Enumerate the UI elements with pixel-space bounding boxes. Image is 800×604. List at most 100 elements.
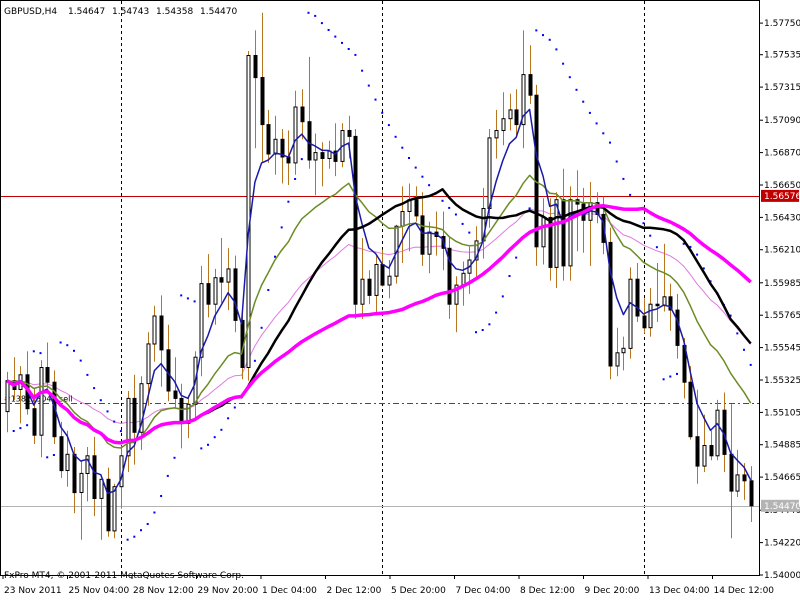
y-tick-label: 1.55325 [764, 376, 800, 386]
bull-candle-body [715, 409, 720, 457]
bear-candle-body [380, 264, 385, 286]
bull-candle-body [621, 347, 626, 354]
sar-dot [39, 352, 42, 355]
sar-dot [19, 427, 22, 430]
sar-dot [367, 84, 370, 87]
bear-candle-body [749, 480, 754, 507]
sar-dot [428, 184, 431, 187]
sar-dot [736, 332, 739, 335]
bull-candle-body [427, 231, 432, 255]
sar-dot [294, 178, 297, 180]
y-tick-label: 1.56210 [764, 246, 800, 256]
sar-dot [408, 157, 410, 159]
sar-dot [86, 373, 89, 376]
copyright-footer: FxPro MT4, © 2001-2011 MetaQuotes Softwa… [4, 571, 244, 581]
bull-candle-body [213, 277, 218, 305]
sar-dot [186, 297, 189, 300]
sar-dot [347, 48, 350, 50]
bear-candle-body [655, 303, 660, 307]
bull-candle-body [628, 278, 633, 349]
y-tick-label: 1.57315 [764, 83, 800, 93]
x-tick-label: 28 Nov 12:00 [133, 586, 194, 596]
bull-candle-body [293, 106, 298, 164]
sar-dot [146, 523, 149, 525]
x-tick-label: 7 Dec 04:00 [456, 586, 511, 596]
sar-dot [642, 222, 645, 225]
x-tick-label: 1 Dec 04:00 [262, 586, 317, 596]
bear-candle-body [367, 278, 372, 296]
bear-candle-body [635, 278, 640, 317]
sar-dot [233, 406, 236, 409]
sar-dot [387, 124, 390, 127]
bear-candle-body [260, 77, 265, 126]
sar-dot [501, 295, 504, 298]
sar-dot [535, 29, 538, 32]
bear-candle-body [32, 408, 37, 436]
bear-candle-body [347, 130, 352, 137]
sar-dot [274, 255, 276, 258]
sar-dot [320, 22, 323, 25]
sar-dot [669, 375, 672, 378]
y-tick-label: 1.57535 [764, 51, 800, 61]
bull-candle-body [126, 397, 131, 457]
sar-dot [133, 535, 136, 538]
sar-dot [73, 349, 75, 352]
x-tick-label: 14 Dec 12:00 [714, 586, 775, 596]
sar-dot [568, 76, 571, 79]
bull-candle-body [702, 445, 707, 467]
x-tick-label: 25 Nov 04:00 [69, 586, 130, 596]
bull-candle-body [65, 453, 70, 471]
sar-dot [374, 98, 377, 101]
bear-candle-body [159, 315, 164, 351]
y-tick-label: 1.54665 [764, 473, 800, 483]
sar-dot [495, 311, 498, 314]
bull-candle-body [508, 109, 513, 120]
bull-candle-body [541, 216, 546, 248]
sar-dot [173, 456, 176, 459]
x-tick-label: 9 Dec 20:00 [585, 586, 640, 596]
price-chart: #138213045 sell 1.579701.577501.575351.5… [0, 0, 800, 596]
bull-candle-body [226, 268, 231, 283]
sar-dot [441, 199, 444, 202]
bull-candle-body [112, 486, 117, 532]
bear-candle-body [320, 152, 325, 160]
sar-dot [99, 399, 102, 402]
x-tick-label: 8 Dec 12:00 [520, 586, 575, 596]
price-tag-label: 1.56576 [764, 192, 800, 202]
sar-dot [314, 14, 317, 17]
sar-dot [602, 132, 605, 135]
bear-candle-body [72, 453, 77, 494]
bull-candle-body [400, 211, 405, 227]
sar-dot [508, 275, 511, 277]
chart-root: #138213045 sell 1.579701.577501.575351.5… [0, 0, 800, 600]
x-tick-label: 23 Nov 2011 [4, 586, 62, 596]
sar-dot [160, 495, 163, 497]
ohlc-high: 1.54743 [112, 7, 149, 17]
sar-dot [655, 246, 658, 249]
sar-dot [662, 378, 665, 381]
sar-dot [341, 41, 343, 44]
bear-candle-body [45, 367, 50, 383]
bull-candle-body [360, 278, 365, 305]
sar-dot [528, 207, 531, 210]
bear-candle-body [561, 199, 566, 267]
bull-candle-body [615, 352, 620, 367]
y-tick-label: 1.54000 [764, 571, 800, 581]
bear-candle-body [514, 109, 519, 126]
bull-candle-body [501, 118, 506, 131]
sar-dot [153, 511, 156, 514]
x-tick-label: 5 Dec 20:00 [391, 586, 446, 596]
y-tick-label: 1.55985 [764, 279, 800, 289]
sar-dot [454, 213, 457, 216]
sar-dot [515, 256, 518, 259]
sar-dot [52, 454, 55, 456]
bear-candle-body [106, 478, 111, 532]
sar-dot [193, 300, 196, 303]
bear-candle-body [528, 74, 533, 96]
ohlc-close: 1.54470 [200, 7, 237, 17]
sar-dot [749, 363, 752, 366]
sar-dot [126, 538, 129, 541]
bear-candle-body [233, 268, 238, 321]
sar-dot [468, 231, 471, 234]
bear-candle-body [173, 390, 178, 399]
